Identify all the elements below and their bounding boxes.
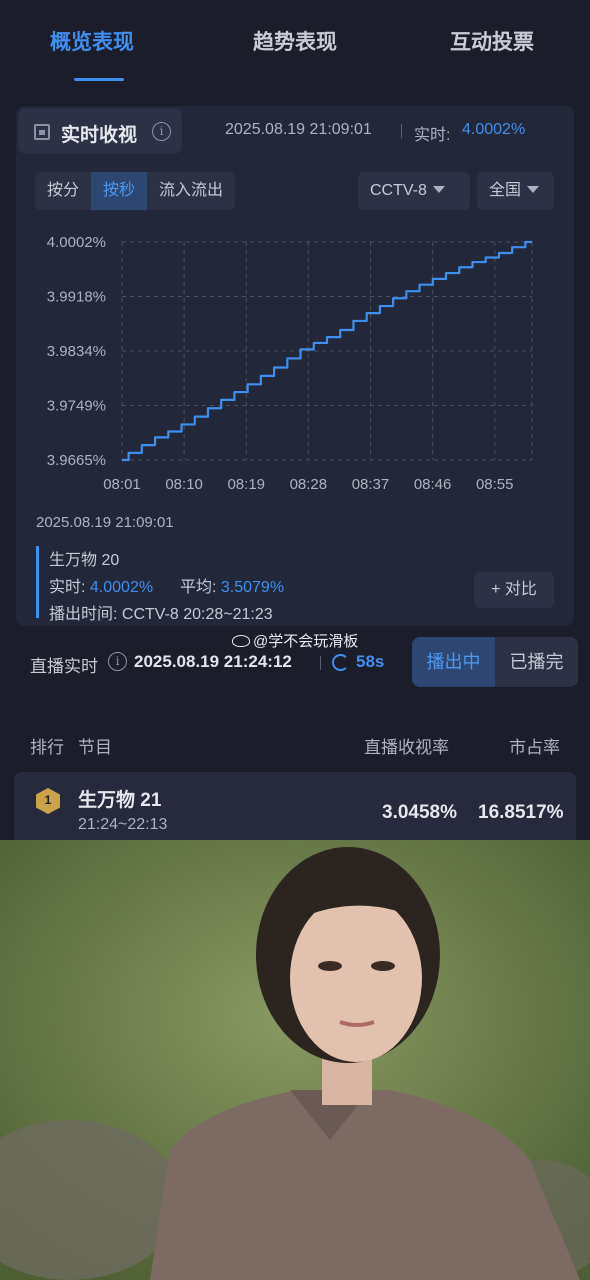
tooltip-realtime-label: 实时: bbox=[49, 579, 86, 596]
watermark-text: @学不会玩滑板 bbox=[253, 633, 359, 650]
tooltip-airtime: 播出时间: CCTV-8 20:28~21:23 bbox=[49, 606, 273, 623]
ratings-app: 概览表现 趋势表现 互动投票 实时收视 i 2025.08.19 21:09:0… bbox=[0, 0, 590, 840]
y-tick-label: 3.9749% bbox=[47, 398, 106, 415]
table-row[interactable]: 1 生万物 21 21:24~22:13 3.0458% 16.8517% bbox=[14, 772, 576, 840]
live-label: 直播实时 bbox=[30, 657, 98, 676]
tooltip-realtime-value: 4.0002% bbox=[89, 579, 154, 596]
active-tab-indicator bbox=[74, 78, 124, 81]
program-share: 16.8517% bbox=[478, 802, 564, 823]
x-tick-label: 08:28 bbox=[290, 476, 328, 493]
tooltip-accent-bar bbox=[36, 546, 39, 618]
x-tick-label: 08:55 bbox=[476, 476, 514, 493]
toggle-finished[interactable]: 已播完 bbox=[495, 637, 578, 687]
tooltip-avg-value: 3.5079% bbox=[220, 579, 285, 596]
info-icon[interactable]: i bbox=[108, 652, 127, 671]
realtime-card: 实时收视 i 2025.08.19 21:09:01 实时: 4.0002% 按… bbox=[16, 106, 574, 626]
refresh-icon[interactable] bbox=[332, 654, 349, 671]
rank-badge-icon: 1 bbox=[36, 788, 60, 814]
caret-down-icon bbox=[432, 186, 445, 193]
tooltip-time: 2025.08.19 21:09:01 bbox=[36, 514, 174, 531]
realtime-header: 实时收视 i bbox=[18, 108, 182, 154]
tooltip-program: 生万物 20 bbox=[49, 552, 120, 569]
realtime-value: 4.0002% bbox=[462, 121, 526, 138]
y-tick-label: 3.9918% bbox=[47, 289, 106, 306]
caret-down-icon bbox=[527, 186, 540, 193]
top-tabs: 概览表现 趋势表现 互动投票 bbox=[0, 0, 590, 90]
program-rating: 3.0458% bbox=[382, 802, 458, 823]
header-rating: 直播收视率 bbox=[364, 738, 449, 757]
tooltip-avg-label: 平均: bbox=[179, 579, 217, 596]
divider bbox=[401, 124, 402, 138]
segment-by-minute[interactable]: 按分 bbox=[35, 172, 91, 210]
segment-flow[interactable]: 流入流出 bbox=[147, 172, 235, 210]
header-rank: 排行 bbox=[30, 738, 64, 757]
realtime-timestamp: 2025.08.19 21:09:01 bbox=[225, 121, 372, 138]
channel-dropdown[interactable]: CCTV-8 bbox=[358, 172, 470, 210]
x-tick-label: 08:10 bbox=[165, 476, 203, 493]
program-time: 21:24~22:13 bbox=[78, 816, 168, 833]
granularity-segment: 按分 按秒 流入流出 bbox=[35, 172, 236, 210]
x-tick-label: 08:19 bbox=[227, 476, 265, 493]
header-share: 市占率 bbox=[509, 738, 560, 757]
header-program: 节目 bbox=[78, 738, 112, 757]
realtime-label: 实时: bbox=[414, 127, 451, 144]
live-timestamp: 2025.08.19 21:24:12 bbox=[134, 652, 292, 671]
weibo-watermark: @学不会玩滑板 bbox=[232, 630, 358, 651]
toggle-on-air[interactable]: 播出中 bbox=[412, 637, 495, 687]
actress-photo bbox=[0, 840, 590, 1280]
region-value: 全国 bbox=[489, 182, 522, 199]
divider bbox=[320, 656, 321, 670]
photo-illustration bbox=[0, 840, 590, 1280]
program-name: 生万物 21 bbox=[78, 790, 162, 811]
x-tick-label: 08:01 bbox=[103, 476, 141, 493]
rank-number: 1 bbox=[44, 793, 52, 807]
x-tick-label: 08:37 bbox=[352, 476, 390, 493]
tooltip-values: 实时: 4.0002% 平均: 3.5079% bbox=[49, 573, 284, 597]
refresh-countdown: 58s bbox=[356, 652, 385, 671]
compare-button[interactable]: + 对比 bbox=[474, 572, 554, 608]
rating-line-chart: 4.0002% 3.9918% 3.9834% 3.9749% 3.9665% 08:01… bbox=[47, 234, 533, 493]
weibo-icon bbox=[232, 635, 250, 647]
tab-trend[interactable]: 趋势表现 bbox=[253, 26, 337, 56]
tab-vote[interactable]: 互动投票 bbox=[450, 26, 534, 56]
segment-by-second[interactable]: 按秒 bbox=[91, 172, 148, 210]
x-tick-label: 08:46 bbox=[414, 476, 452, 493]
tab-overview[interactable]: 概览表现 bbox=[50, 26, 134, 56]
channel-value: CCTV-8 bbox=[370, 182, 427, 199]
series-line bbox=[122, 240, 532, 462]
realtime-title: 实时收视 bbox=[61, 125, 138, 146]
broadcast-status-toggle: 播出中 已播完 bbox=[412, 637, 578, 687]
region-dropdown[interactable]: 全国 bbox=[477, 172, 554, 210]
info-icon[interactable]: i bbox=[152, 122, 171, 141]
y-tick-label: 4.0002% bbox=[47, 234, 106, 251]
calendar-icon bbox=[34, 124, 50, 140]
y-tick-label: 3.9665% bbox=[47, 452, 106, 469]
y-tick-label: 3.9834% bbox=[47, 343, 106, 360]
